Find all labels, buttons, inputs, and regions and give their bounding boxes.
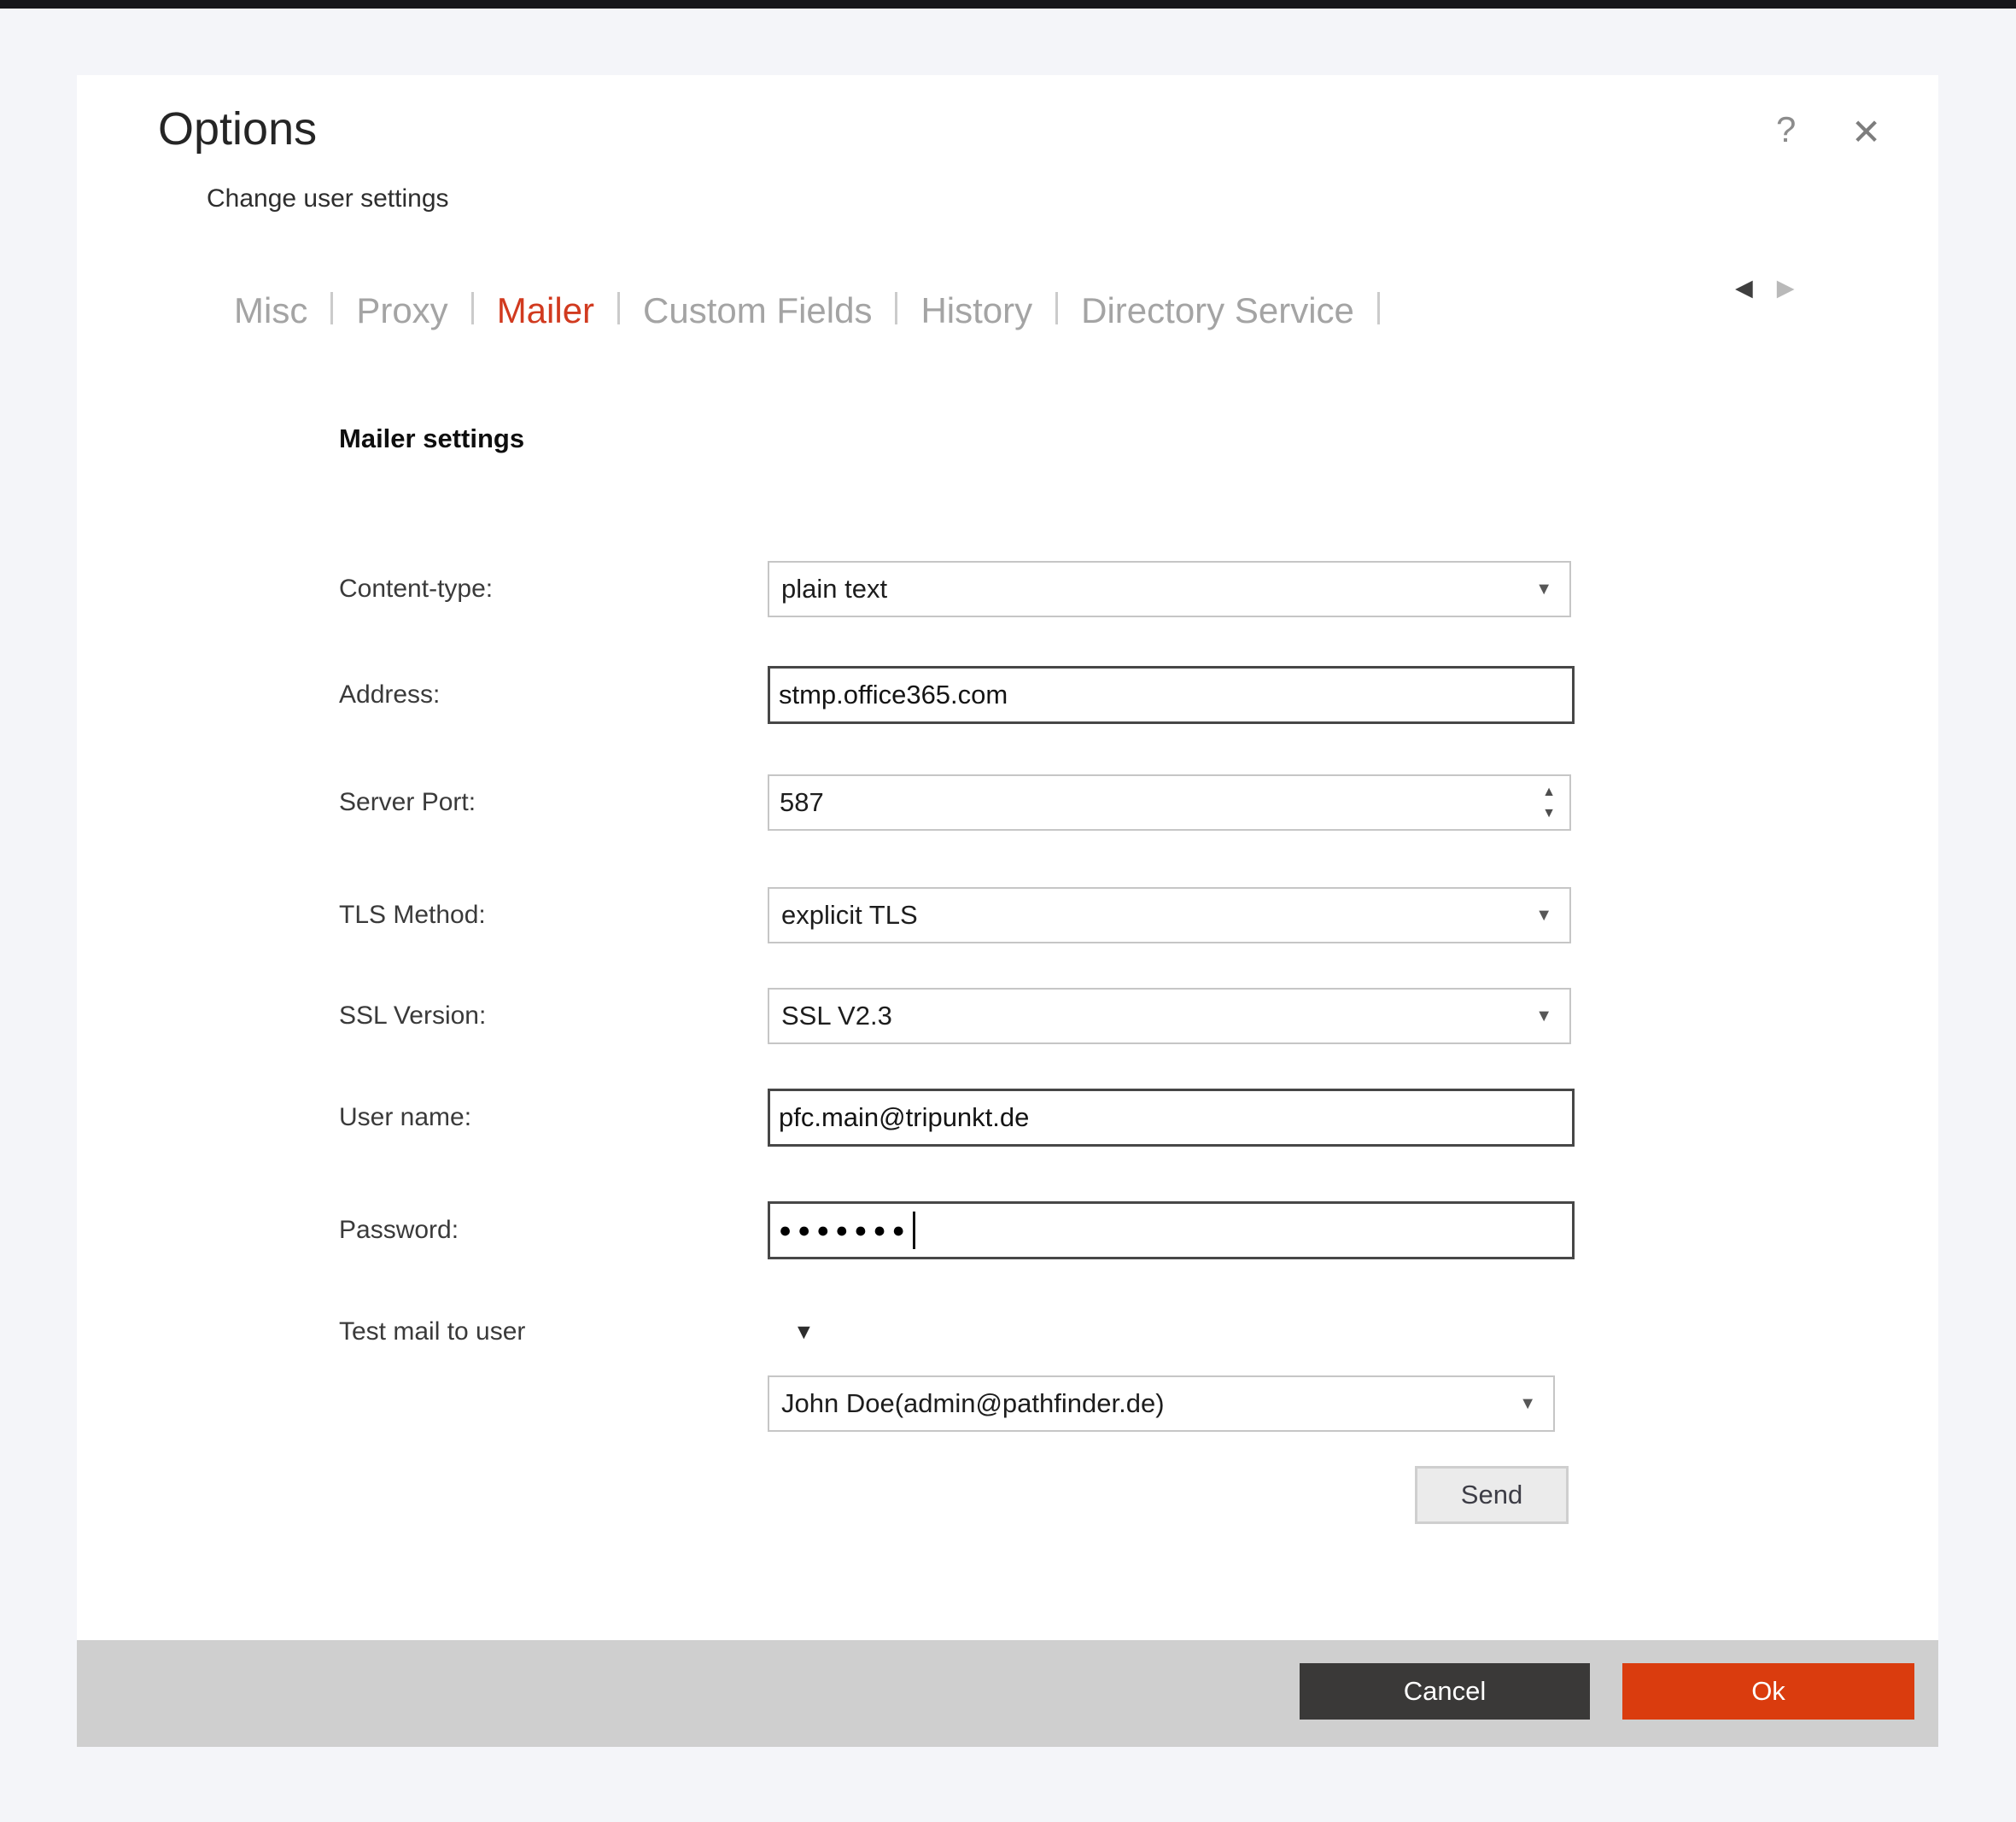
close-icon[interactable]: ✕	[1851, 111, 1881, 153]
dialog-footer: Cancel Ok	[77, 1640, 1938, 1747]
tab-separator	[471, 292, 474, 324]
tab-scroll-right-icon[interactable]: ▶	[1777, 277, 1795, 300]
ssl-version-value: SSL V2.3	[781, 1001, 892, 1031]
tls-method-label: TLS Method:	[339, 901, 768, 930]
ssl-version-label: SSL Version:	[339, 1002, 768, 1031]
test-mail-toggle-icon[interactable]: ▼	[793, 1320, 815, 1345]
password-label: Password:	[339, 1216, 768, 1245]
tab-directory-service[interactable]: Directory Service	[1081, 290, 1354, 331]
content-type-value: plain text	[781, 574, 887, 604]
chevron-down-icon: ▼	[1535, 906, 1552, 926]
tls-method-select[interactable]: explicit TLS ▼	[768, 887, 1571, 943]
options-dialog: Options Change user settings ? ✕ Misc Pr…	[77, 75, 1938, 1747]
chevron-down-icon: ▼	[1535, 580, 1552, 599]
chevron-down-icon: ▼	[1535, 1007, 1552, 1026]
server-port-label: Server Port:	[339, 788, 768, 817]
tls-method-value: explicit TLS	[781, 900, 918, 931]
spinner-buttons: ▲ ▼	[1542, 785, 1556, 820]
tab-separator	[1055, 292, 1058, 324]
tab-separator	[895, 292, 897, 324]
ssl-version-row: SSL Version: SSL V2.3 ▼	[339, 988, 1571, 1044]
test-mail-label: Test mail to user	[339, 1317, 768, 1346]
spin-down-icon[interactable]: ▼	[1542, 807, 1556, 820]
password-input[interactable]: ●●●●●●●	[768, 1201, 1575, 1259]
test-mail-recipient-select[interactable]: John Doe(admin@pathfinder.de) ▼	[768, 1375, 1555, 1432]
ssl-version-select[interactable]: SSL V2.3 ▼	[768, 988, 1571, 1044]
tab-scroll-left-icon[interactable]: ◀	[1735, 277, 1753, 300]
user-name-label: User name:	[339, 1103, 768, 1132]
tab-bar: Misc Proxy Mailer Custom Fields History …	[234, 290, 1403, 331]
server-port-value: 587	[780, 787, 824, 818]
user-name-input[interactable]	[768, 1089, 1575, 1147]
section-title: Mailer settings	[339, 423, 524, 454]
spin-up-icon[interactable]: ▲	[1542, 785, 1556, 799]
address-input[interactable]	[768, 666, 1575, 724]
page-title: Options	[158, 102, 317, 155]
content-type-select[interactable]: plain text ▼	[768, 561, 1571, 617]
tab-separator	[1377, 292, 1380, 324]
tab-scroll-controls: ◀ ▶	[1735, 277, 1795, 300]
test-mail-recipient-value: John Doe(admin@pathfinder.de)	[781, 1388, 1165, 1419]
tab-mailer[interactable]: Mailer	[497, 290, 594, 331]
server-port-row: Server Port: 587 ▲ ▼	[339, 774, 1571, 831]
cancel-button[interactable]: Cancel	[1300, 1663, 1590, 1720]
test-mail-row: Test mail to user ▼	[339, 1306, 815, 1358]
address-label: Address:	[339, 680, 768, 710]
content-type-row: Content-type: plain text ▼	[339, 561, 1571, 617]
content-type-label: Content-type:	[339, 575, 768, 604]
address-row: Address:	[339, 666, 1575, 724]
tab-misc[interactable]: Misc	[234, 290, 307, 331]
chevron-down-icon: ▼	[1519, 1394, 1536, 1414]
dialog-subtitle: Change user settings	[207, 184, 449, 213]
send-button[interactable]: Send	[1415, 1466, 1569, 1524]
tab-separator	[330, 292, 333, 324]
text-caret	[913, 1212, 915, 1249]
server-port-stepper[interactable]: 587 ▲ ▼	[768, 774, 1571, 831]
password-masked-value: ●●●●●●●	[779, 1218, 911, 1243]
tab-proxy[interactable]: Proxy	[356, 290, 447, 331]
help-icon[interactable]: ?	[1776, 109, 1796, 150]
window-top-strip	[0, 0, 2016, 9]
password-row: Password: ●●●●●●●	[339, 1201, 1575, 1259]
ok-button[interactable]: Ok	[1622, 1663, 1914, 1720]
tab-history[interactable]: History	[920, 290, 1032, 331]
tab-custom-fields[interactable]: Custom Fields	[643, 290, 872, 331]
tls-method-row: TLS Method: explicit TLS ▼	[339, 887, 1571, 943]
tab-separator	[617, 292, 620, 324]
user-name-row: User name:	[339, 1089, 1575, 1147]
